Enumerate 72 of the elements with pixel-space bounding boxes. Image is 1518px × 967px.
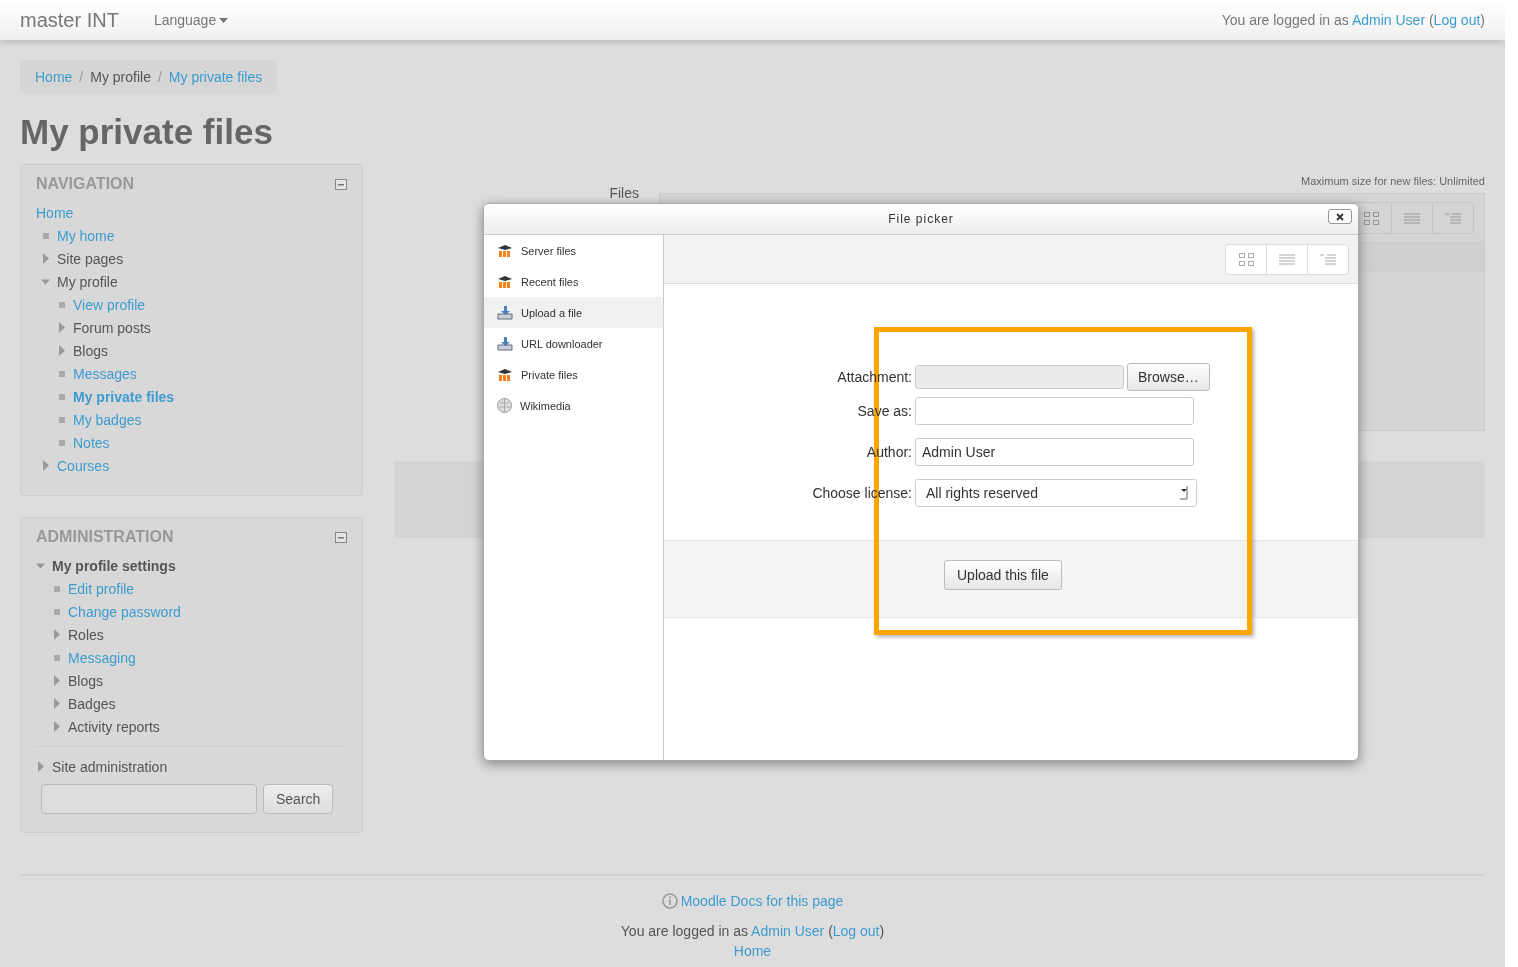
bullet-icon	[42, 232, 49, 239]
footer-login-info: You are logged in as Admin User (Log out)	[620, 923, 885, 939]
nav-item[interactable]: My profile settings	[52, 557, 176, 574]
close-button[interactable]	[1328, 209, 1352, 224]
language-menu[interactable]: Language	[153, 12, 229, 28]
site-name[interactable]: master INT	[20, 8, 119, 32]
bullet-icon	[53, 608, 60, 615]
repository-item[interactable]: Upload a file	[484, 297, 663, 328]
repository-item[interactable]: Private files	[484, 359, 663, 390]
block-title: NAVIGATION	[36, 175, 135, 193]
collapsed-triangle-icon[interactable]	[37, 761, 44, 772]
close-icon	[1336, 212, 1344, 221]
collapsed-triangle-icon[interactable]	[53, 698, 60, 709]
bullet-icon	[58, 393, 65, 400]
nav-item[interactable]: Activity reports	[68, 718, 160, 735]
file-field[interactable]	[915, 365, 1124, 389]
search-button[interactable]: Search	[263, 784, 334, 814]
user-link[interactable]: Admin User	[1351, 12, 1426, 28]
collapsed-triangle-icon[interactable]	[53, 629, 60, 640]
upload-button[interactable]: Upload this file	[944, 560, 1062, 590]
repository-item[interactable]: URL downloader	[484, 328, 663, 359]
tray-arrow-icon	[497, 336, 513, 351]
bullet-icon	[53, 654, 60, 661]
collapsed-triangle-icon[interactable]	[53, 721, 60, 732]
nav-item[interactable]: Blogs	[73, 342, 109, 359]
nav-item[interactable]: Badges	[68, 695, 116, 712]
collapse-icon[interactable]	[335, 178, 347, 190]
collapsed-triangle-icon[interactable]	[42, 460, 49, 471]
text-field[interactable]	[915, 397, 1194, 425]
block-title: ADMINISTRATION	[36, 528, 174, 546]
max-size-note: Maximum size for new files: Unlimited	[1300, 175, 1485, 187]
text-field[interactable]: Admin User	[915, 438, 1194, 466]
collapsed-triangle-icon[interactable]	[42, 253, 49, 264]
globe-icon	[497, 398, 512, 413]
dropdown-arrow-icon	[1180, 486, 1188, 500]
nav-item[interactable]: Site administration	[52, 758, 168, 775]
browse-button[interactable]: Browse…	[1127, 363, 1210, 391]
bullet-icon	[58, 416, 65, 423]
repository-item[interactable]: Server files	[484, 235, 663, 266]
bullet-icon	[58, 370, 65, 377]
login-info: You are logged in as Admin User (Log out)	[1221, 12, 1485, 28]
tray-arrow-icon	[497, 305, 513, 320]
nav-item[interactable]: Blogs	[68, 672, 104, 689]
nav-item[interactable]: Roles	[68, 626, 104, 643]
repository-item[interactable]: Recent files	[484, 266, 663, 297]
collapsed-triangle-icon[interactable]	[58, 345, 65, 356]
collapsed-triangle-icon[interactable]	[53, 675, 60, 686]
dialog-title: File picker	[888, 212, 954, 226]
mortarboard-icon	[497, 244, 513, 257]
search-field[interactable]	[41, 784, 257, 814]
nav-item[interactable]: My profile	[57, 273, 118, 290]
caret-down-icon	[219, 17, 229, 23]
logout-link[interactable]: Log out	[1433, 12, 1481, 28]
collapsed-triangle-icon[interactable]	[58, 322, 65, 333]
files-label: Files	[609, 185, 639, 201]
nav-item[interactable]: Forum posts	[73, 319, 151, 336]
bullet-icon	[58, 301, 65, 308]
collapse-icon[interactable]	[335, 531, 347, 543]
license-dropdown[interactable]: All rights reserved	[915, 479, 1197, 507]
nav-item[interactable]: Site pages	[57, 250, 124, 267]
repository-item[interactable]: Wikimedia	[484, 390, 663, 421]
breadcrumb-separator: /	[156, 69, 163, 85]
breadcrumb-separator: /	[78, 69, 85, 85]
breadcrumb-item: My profile	[90, 69, 151, 85]
bullet-icon	[53, 585, 60, 592]
page-title: My private files	[20, 112, 274, 152]
expanded-triangle-icon[interactable]	[41, 278, 50, 285]
bullet-icon	[58, 439, 65, 446]
mortarboard-icon	[497, 368, 513, 381]
expanded-triangle-icon[interactable]	[36, 562, 45, 569]
info-icon	[661, 893, 678, 909]
mortarboard-icon	[497, 275, 513, 288]
